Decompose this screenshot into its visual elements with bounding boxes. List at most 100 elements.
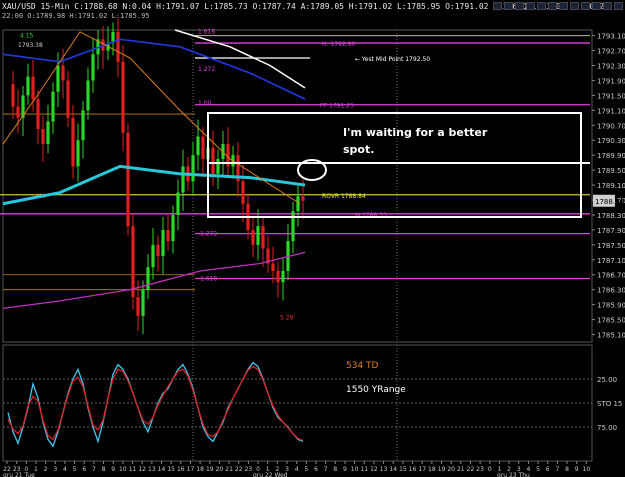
price-tick-label: 1791.50 bbox=[597, 92, 625, 100]
candle-body bbox=[281, 271, 285, 283]
level-label: H: 1792.90 bbox=[322, 41, 355, 48]
price-tick-label: 1786.70 bbox=[597, 272, 625, 280]
price-tick-label: 1792.70 bbox=[597, 48, 625, 56]
annotation-label: 5.28 bbox=[280, 315, 294, 322]
time-tick-label: 4 bbox=[63, 466, 67, 473]
price-tick-label: 1790.70 bbox=[597, 122, 625, 130]
fib-label: 1.272 bbox=[198, 66, 215, 73]
time-tick-label: 14 bbox=[158, 466, 166, 473]
fib-label: 1.00 bbox=[198, 100, 212, 107]
toolbar-button[interactable] bbox=[614, 2, 623, 10]
chart-canvas[interactable]: 1793.101792.701792.301791.901791.501791.… bbox=[0, 0, 625, 477]
candle-body bbox=[121, 61, 125, 133]
candle-body bbox=[61, 65, 65, 81]
time-tick-label: 5 bbox=[304, 466, 308, 473]
oscillator-tick: 25.00 bbox=[597, 376, 617, 384]
oscillator-tick: STO 15 bbox=[597, 400, 622, 408]
note-text-line1: I'm waiting for a better bbox=[343, 126, 488, 139]
time-tick-label: 18 bbox=[196, 466, 204, 473]
time-tick-label: 17 bbox=[418, 466, 426, 473]
time-tick-label: 11 bbox=[360, 466, 368, 473]
annotation-label: 1793.38 bbox=[18, 42, 43, 49]
candle-body bbox=[191, 155, 195, 182]
time-tick-label: 6 bbox=[546, 466, 550, 473]
price-tick-label: 1787.50 bbox=[597, 242, 625, 250]
toolbar-button[interactable] bbox=[537, 2, 546, 10]
price-tick-label: 1793.10 bbox=[597, 33, 625, 41]
level-label: ROVR 1788.84 bbox=[322, 193, 366, 200]
level-label: PP 1791.25 bbox=[320, 103, 354, 110]
time-tick-label: 6 bbox=[82, 466, 86, 473]
chart-toolbar bbox=[493, 2, 623, 10]
toolbar-button[interactable] bbox=[559, 2, 568, 10]
candle-body bbox=[11, 84, 15, 107]
candle-body bbox=[91, 54, 95, 81]
fib-label: 1.618 bbox=[198, 29, 215, 36]
candle-body bbox=[181, 166, 185, 193]
oscillator-tick: 75.00 bbox=[597, 424, 617, 432]
price-tick-label: 1788.30 bbox=[597, 212, 625, 220]
toolbar-button[interactable] bbox=[581, 2, 590, 10]
candle-body bbox=[36, 99, 40, 130]
candle-body bbox=[151, 244, 155, 268]
price-tick-label: 1791.10 bbox=[597, 107, 625, 115]
time-tick-label: 5 bbox=[73, 466, 77, 473]
time-tick-label: 8 bbox=[565, 466, 569, 473]
time-tick-label: 4 bbox=[295, 466, 299, 473]
candle-body bbox=[291, 211, 295, 242]
candle-body bbox=[86, 80, 90, 111]
time-tick-label: 9 bbox=[111, 466, 115, 473]
time-tick-label: 12 bbox=[370, 466, 378, 473]
candle-body bbox=[256, 226, 260, 245]
candle-body bbox=[216, 158, 220, 174]
time-tick-label: 12 bbox=[138, 466, 146, 473]
note-text-line2: spot. bbox=[343, 143, 374, 156]
time-tick-label: 16 bbox=[177, 466, 185, 473]
toolbar-button[interactable] bbox=[526, 2, 535, 10]
candle-body bbox=[16, 106, 20, 118]
fib-label: 1.618 bbox=[200, 275, 217, 282]
time-tick-label: 19 bbox=[206, 466, 214, 473]
time-tick-label: 10 bbox=[351, 466, 359, 473]
candle-body bbox=[261, 226, 265, 249]
price-tick-label: 1789.10 bbox=[597, 182, 625, 190]
candle-body bbox=[166, 229, 170, 242]
time-tick-label: 20 bbox=[447, 466, 455, 473]
toolbar-button[interactable] bbox=[515, 2, 524, 10]
oscillator-label-range: 1550 YRange bbox=[346, 385, 406, 395]
price-tick-label: 1791.90 bbox=[597, 77, 625, 85]
candle-body bbox=[176, 192, 180, 215]
toolbar-button[interactable] bbox=[570, 2, 579, 10]
candle-body bbox=[26, 76, 30, 96]
time-tick-label: 21 bbox=[457, 466, 465, 473]
time-tick-label: 18 bbox=[428, 466, 436, 473]
time-tick-label: 7 bbox=[92, 466, 96, 473]
toolbar-button[interactable] bbox=[548, 2, 557, 10]
candle-body bbox=[66, 80, 70, 118]
price-tick-label: 1787.90 bbox=[597, 227, 625, 235]
candle-body bbox=[251, 229, 255, 245]
time-tick-label: 13 bbox=[148, 466, 156, 473]
time-tick-label: 10 bbox=[119, 466, 127, 473]
candle-body bbox=[126, 132, 130, 227]
price-tick-label: 1792.30 bbox=[597, 62, 625, 70]
time-tick-label: 15 bbox=[399, 466, 407, 473]
candle-body bbox=[41, 129, 45, 144]
candle-body bbox=[76, 140, 80, 167]
time-tick-label: 17 bbox=[187, 466, 195, 473]
toolbar-button[interactable] bbox=[592, 2, 601, 10]
time-tick-label: 13 bbox=[380, 466, 388, 473]
date-label: gru 21 Tue bbox=[3, 472, 35, 477]
toolbar-button[interactable] bbox=[493, 2, 502, 10]
candle-body bbox=[81, 110, 85, 141]
price-tick-label: 1789.90 bbox=[597, 152, 625, 160]
time-tick-label: 22 bbox=[235, 466, 243, 473]
price-tick-label: 1786.30 bbox=[597, 287, 625, 295]
price-tick-label: 1785.50 bbox=[597, 317, 625, 325]
candle-body bbox=[136, 297, 140, 316]
toolbar-button[interactable] bbox=[603, 2, 612, 10]
candle-body bbox=[241, 181, 245, 204]
price-tick-label: 1790.30 bbox=[597, 137, 625, 145]
toolbar-button[interactable] bbox=[504, 2, 513, 10]
time-tick-label: 23 bbox=[245, 466, 253, 473]
